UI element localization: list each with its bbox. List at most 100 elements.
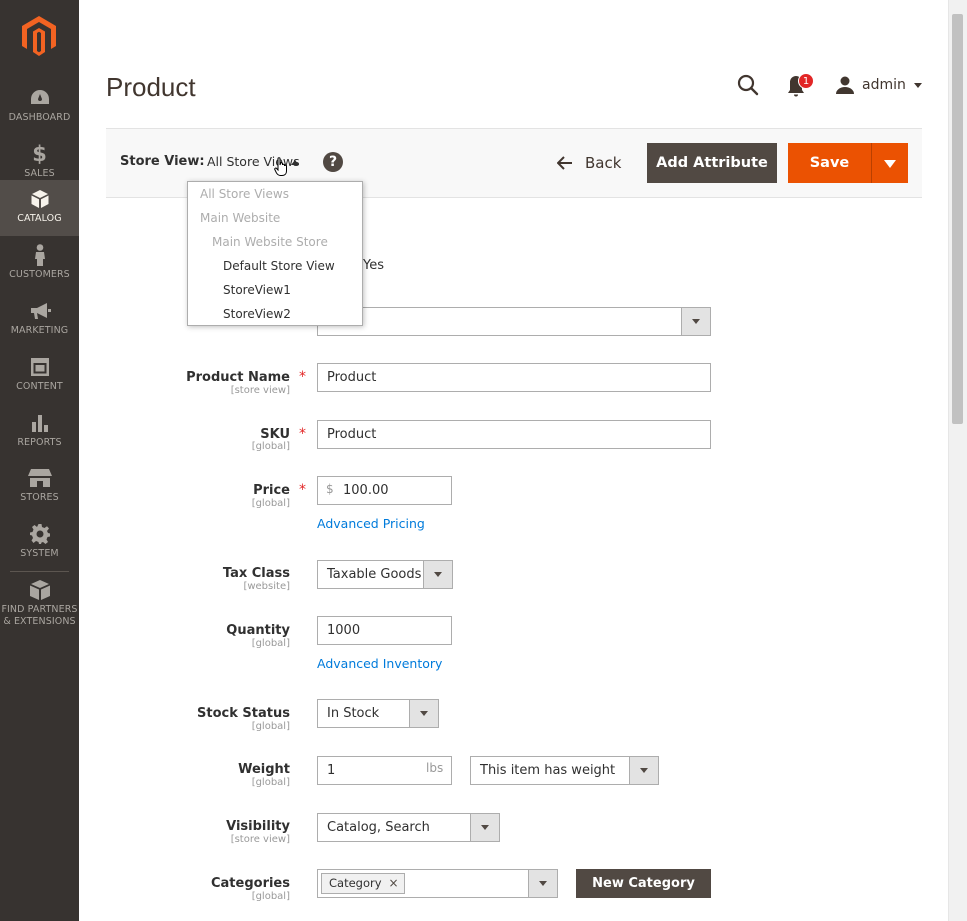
- visibility-value: Catalog, Search: [327, 820, 430, 835]
- sku-input[interactable]: Product: [317, 420, 711, 449]
- stock-status-value: In Stock: [327, 706, 380, 721]
- tax-class-select[interactable]: Taxable Goods: [317, 560, 453, 589]
- nav-label: CUSTOMERS: [9, 269, 70, 280]
- nav-find-partners[interactable]: FIND PARTNERS & EXTENSIONS: [0, 573, 79, 633]
- required-marker: *: [299, 482, 306, 498]
- nav-reports[interactable]: REPORTS: [0, 404, 79, 460]
- caret-down-icon: [884, 160, 896, 168]
- store-view-option: All Store Views: [200, 187, 289, 201]
- back-button[interactable]: Back: [557, 152, 621, 174]
- nav-label: DASHBOARD: [8, 112, 71, 123]
- nav-label: MARKETING: [10, 325, 69, 336]
- page-scrollbar-thumb[interactable]: [952, 14, 963, 424]
- chevron-down-icon: [913, 82, 922, 88]
- store-view-option-storeview2[interactable]: StoreView2: [223, 307, 291, 321]
- store-view-label: Store View:: [120, 154, 205, 169]
- dashboard-icon: [30, 90, 49, 104]
- gear-icon: [29, 524, 50, 544]
- price-scope: [global]: [251, 498, 290, 509]
- sku-label: SKU: [260, 427, 290, 442]
- new-category-button[interactable]: New Category: [576, 869, 711, 898]
- back-button-label: Back: [585, 154, 622, 172]
- nav-label: CATALOG: [17, 213, 62, 224]
- visibility-select[interactable]: Catalog, Search: [317, 813, 500, 842]
- enable-product-value[interactable]: Yes: [363, 258, 384, 273]
- product-name-scope: [store view]: [230, 385, 290, 396]
- layout-icon: [30, 358, 49, 376]
- store-view-option-storeview1[interactable]: StoreView1: [223, 283, 291, 297]
- nav-customers[interactable]: CUSTOMERS: [0, 236, 79, 292]
- cube-icon: [31, 190, 48, 208]
- visibility-label: Visibility: [226, 819, 290, 834]
- quantity-scope: [global]: [251, 638, 290, 649]
- attribute-set-select[interactable]: lt: [317, 307, 711, 336]
- bar-chart-icon: [31, 415, 48, 432]
- dollar-icon: $: [32, 142, 47, 166]
- weight-scope: [global]: [251, 777, 290, 788]
- chevron-down-icon: [409, 700, 438, 727]
- category-chip-label: Category: [329, 876, 382, 890]
- nav-label-line1: FIND PARTNERS: [1, 604, 78, 615]
- megaphone-icon: [30, 303, 51, 319]
- tax-class-scope: [website]: [243, 581, 290, 592]
- search-icon[interactable]: [737, 74, 759, 96]
- caret-up-icon: [291, 160, 299, 165]
- product-has-weight-value: This item has weight: [480, 763, 616, 778]
- store-view-dropdown: All Store Views Main Website Main Websit…: [187, 181, 363, 326]
- required-marker: *: [299, 426, 306, 442]
- weight-label: Weight: [238, 762, 290, 777]
- user-name: admin: [862, 77, 906, 93]
- nav-system[interactable]: SYSTEM: [0, 515, 79, 571]
- tax-class-value: Taxable Goods: [327, 567, 422, 582]
- help-icon[interactable]: ?: [323, 152, 343, 172]
- store-view-option-default[interactable]: Default Store View: [223, 259, 335, 273]
- user-menu[interactable]: admin: [836, 74, 922, 96]
- stock-status-label: Stock Status: [197, 706, 290, 721]
- nav-stores[interactable]: STORES: [0, 459, 79, 515]
- boxes-icon: [29, 580, 50, 600]
- page-title: Product: [106, 72, 196, 102]
- add-attribute-button[interactable]: Add Attribute: [647, 143, 777, 183]
- save-button[interactable]: Save: [788, 143, 871, 183]
- category-chip: Category ×: [321, 873, 405, 894]
- product-name-label: Product Name: [186, 370, 290, 385]
- product-name-input[interactable]: Product: [317, 363, 711, 392]
- user-icon: [836, 76, 854, 94]
- store-view-option: Main Website Store: [212, 235, 328, 249]
- person-icon: [34, 244, 45, 266]
- arrow-left-icon: [557, 156, 572, 170]
- magento-logo-icon[interactable]: [22, 16, 56, 56]
- nav-marketing[interactable]: MARKETING: [0, 292, 79, 348]
- notification-count-badge: 1: [798, 73, 814, 89]
- advanced-pricing-link[interactable]: Advanced Pricing: [317, 516, 425, 531]
- required-marker: *: [299, 369, 306, 385]
- price-input[interactable]: 100.00: [317, 476, 452, 505]
- nav-label: CONTENT: [16, 381, 63, 392]
- chevron-down-icon: [470, 814, 499, 841]
- product-has-weight-select[interactable]: This item has weight: [470, 756, 659, 785]
- stock-status-select[interactable]: In Stock: [317, 699, 439, 728]
- store-view-option: Main Website: [200, 211, 281, 225]
- chevron-down-icon: [681, 308, 710, 335]
- quantity-label: Quantity: [226, 623, 290, 638]
- nav-catalog[interactable]: CATALOG: [0, 180, 79, 236]
- remove-category-icon[interactable]: ×: [388, 874, 398, 893]
- nav-label-line2: & EXTENSIONS: [3, 616, 76, 627]
- categories-label: Categories: [210, 876, 290, 891]
- advanced-inventory-link[interactable]: Advanced Inventory: [317, 656, 442, 671]
- nav-content[interactable]: CONTENT: [0, 348, 79, 404]
- chevron-down-icon: [629, 757, 658, 784]
- weight-unit: lbs: [426, 761, 444, 775]
- sku-scope: [global]: [251, 441, 290, 452]
- chevron-down-icon: [528, 870, 557, 897]
- currency-symbol: $: [326, 482, 334, 496]
- chevron-down-icon: [423, 561, 452, 588]
- stock-status-scope: [global]: [251, 721, 290, 732]
- quantity-input[interactable]: 1000: [317, 616, 452, 645]
- nav-dashboard[interactable]: DASHBOARD: [0, 79, 79, 135]
- visibility-scope: [store view]: [230, 834, 290, 845]
- nav-label: SYSTEM: [20, 548, 59, 559]
- hand-cursor-icon: [274, 157, 287, 176]
- storefront-icon: [27, 469, 52, 487]
- admin-sidebar: DASHBOARD $ SALES CATALOG CUSTOMERS MARK…: [0, 0, 79, 921]
